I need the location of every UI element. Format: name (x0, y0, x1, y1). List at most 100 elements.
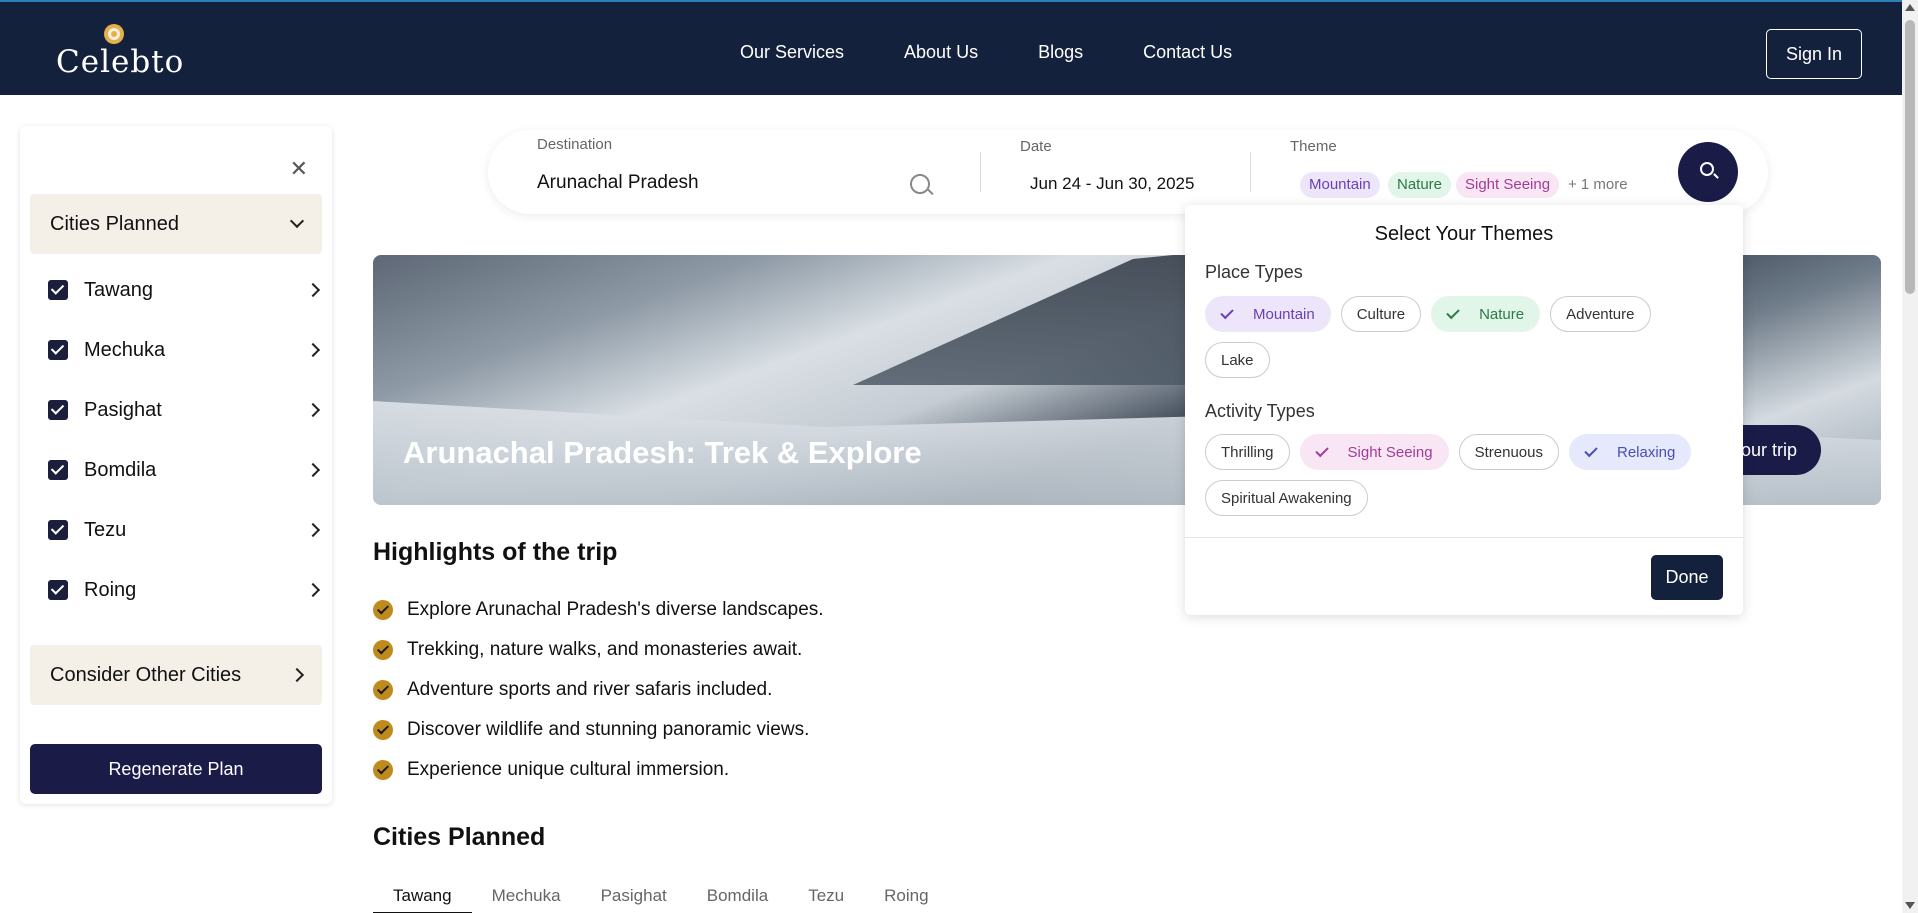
highlights-title: Highlights of the trip (373, 538, 618, 566)
city-row-bomdila[interactable]: Bomdila (48, 440, 321, 500)
place-pill-lake[interactable]: Lake (1205, 342, 1270, 378)
activity-pill-thrilling[interactable]: Thrilling (1205, 434, 1290, 470)
place-types-list: Mountain Culture Nature Adventure Lake (1205, 296, 1725, 378)
more-themes[interactable]: + 1 more (1568, 176, 1628, 193)
highlight-text: Experience unique cultural immersion. (407, 759, 730, 780)
city-row-tezu[interactable]: Tezu (48, 500, 321, 560)
sign-in-button[interactable]: Sign In (1766, 29, 1862, 79)
search-icon[interactable] (910, 174, 930, 194)
date-input[interactable]: Jun 24 - Jun 30, 2025 (1030, 174, 1194, 194)
highlight-text: Trekking, nature walks, and monasteries … (407, 639, 803, 660)
pill-label: Mountain (1253, 305, 1315, 323)
pill-label: Sight Seeing (1347, 443, 1433, 461)
tab-mechuka[interactable]: Mechuka (472, 886, 581, 913)
search-button[interactable] (1678, 142, 1738, 202)
logo[interactable]: Celebto (56, 20, 183, 80)
cities-planned-label: Cities Planned (50, 212, 179, 235)
city-name: Tawang (84, 278, 153, 301)
tab-tawang[interactable]: Tawang (373, 886, 472, 913)
cities-planned-header[interactable]: Cities Planned (30, 194, 322, 254)
activity-pill-strenuous[interactable]: Strenuous (1458, 434, 1559, 470)
popover-title: Select Your Themes (1374, 223, 1554, 245)
activity-types-list: Thrilling Sight Seeing Strenuous Relaxing Sp… (1205, 434, 1725, 516)
city-row-pasighat[interactable]: Pasighat (48, 380, 321, 440)
tab-tezu[interactable]: Tezu (788, 886, 864, 913)
date-label: Date (1020, 138, 1052, 155)
checkbox-checked[interactable] (48, 280, 68, 300)
logo-icon (104, 24, 124, 44)
theme-chip-nature[interactable]: Nature (1388, 172, 1452, 198)
check-circle-icon (373, 680, 393, 700)
check-circle-icon (373, 640, 393, 660)
cities-planned-title: Cities Planned (373, 823, 546, 851)
close-icon[interactable]: ✕ (290, 158, 308, 180)
list-item: Discover wildlife and stunning panoramic… (373, 710, 824, 750)
checkbox-checked[interactable] (48, 520, 68, 540)
city-list: Tawang Mechuka Pasighat Bomdila Tezu Roi… (48, 260, 321, 620)
chevron-right-icon[interactable] (305, 522, 321, 538)
pill-label: Spiritual Awakening (1221, 489, 1352, 507)
chevron-right-icon[interactable] (305, 402, 321, 418)
pill-label: Thrilling (1221, 443, 1274, 461)
pill-label: Adventure (1566, 305, 1635, 323)
regenerate-plan-button[interactable]: Regenerate Plan (30, 744, 322, 794)
theme-chip-mountain[interactable]: Mountain (1300, 172, 1380, 198)
pill-label: Nature (1479, 305, 1525, 323)
checkbox-checked[interactable] (48, 340, 68, 360)
place-pill-culture[interactable]: Culture (1340, 296, 1422, 332)
chevron-down-icon (289, 213, 305, 229)
highlight-text: Adventure sports and river safaris inclu… (407, 679, 773, 700)
consider-other-cities[interactable]: Consider Other Cities (30, 645, 322, 705)
scroll-up-arrow-icon[interactable] (1905, 4, 1915, 11)
activity-pill-sight-seeing[interactable]: Sight Seeing (1299, 434, 1449, 470)
tab-pasighat[interactable]: Pasighat (581, 886, 687, 913)
place-pill-mountain[interactable]: Mountain (1205, 296, 1331, 332)
pill-label: Culture (1356, 305, 1406, 323)
itinerary-sidebar: ✕ Cities Planned Tawang Mechuka Pasighat… (20, 126, 332, 804)
checkbox-checked[interactable] (48, 460, 68, 480)
check-icon (1446, 305, 1460, 319)
destination-input[interactable]: Arunachal Pradesh (537, 172, 699, 194)
tab-roing[interactable]: Roing (864, 886, 948, 913)
destination-label: Destination (537, 136, 613, 153)
nav-contact-us[interactable]: Contact Us (1143, 42, 1232, 63)
place-pill-adventure[interactable]: Adventure (1550, 296, 1651, 332)
hero-title: Arunachal Pradesh: Trek & Explore (403, 435, 922, 470)
city-name: Roing (84, 578, 137, 601)
consider-other-cities-label: Consider Other Cities (50, 663, 242, 686)
main-nav: Our Services About Us Blogs Contact Us (740, 42, 1292, 63)
city-row-roing[interactable]: Roing (48, 560, 321, 620)
activity-pill-relaxing[interactable]: Relaxing (1568, 434, 1692, 470)
highlights-list: Explore Arunachal Pradesh's diverse land… (373, 590, 824, 790)
city-name: Bomdila (84, 458, 157, 481)
nav-about-us[interactable]: About Us (904, 42, 978, 63)
done-button[interactable]: Done (1651, 555, 1723, 600)
pill-label: Relaxing (1616, 443, 1676, 461)
city-name: Mechuka (84, 338, 166, 361)
divider (980, 152, 981, 192)
theme-chip-sight-seeing[interactable]: Sight Seeing (1456, 172, 1560, 198)
search-icon (1700, 162, 1714, 176)
list-item: Explore Arunachal Pradesh's diverse land… (373, 590, 824, 630)
nav-blogs[interactable]: Blogs (1038, 42, 1083, 63)
tab-bomdila[interactable]: Bomdila (687, 886, 788, 913)
checkbox-checked[interactable] (48, 580, 68, 600)
list-item: Adventure sports and river safaris inclu… (373, 670, 824, 710)
page-scrollbar[interactable] (1902, 0, 1918, 913)
city-row-tawang[interactable]: Tawang (48, 260, 321, 320)
scroll-down-arrow-icon[interactable] (1905, 902, 1915, 909)
city-row-mechuka[interactable]: Mechuka (48, 320, 321, 380)
place-pill-nature[interactable]: Nature (1431, 296, 1541, 332)
activity-pill-spiritual-awakening[interactable]: Spiritual Awakening (1205, 480, 1368, 516)
checkbox-checked[interactable] (48, 400, 68, 420)
highlight-text: Explore Arunachal Pradesh's diverse land… (407, 599, 824, 620)
chevron-right-icon[interactable] (305, 342, 321, 358)
scrollbar-thumb[interactable] (1905, 20, 1915, 294)
chevron-right-icon[interactable] (305, 462, 321, 478)
chevron-right-icon[interactable] (305, 282, 321, 298)
check-circle-icon (373, 600, 393, 620)
chevron-right-icon[interactable] (305, 582, 321, 598)
place-types-label: Place Types (1205, 262, 1303, 282)
pill-label: Strenuous (1474, 443, 1543, 461)
nav-our-services[interactable]: Our Services (740, 42, 844, 63)
